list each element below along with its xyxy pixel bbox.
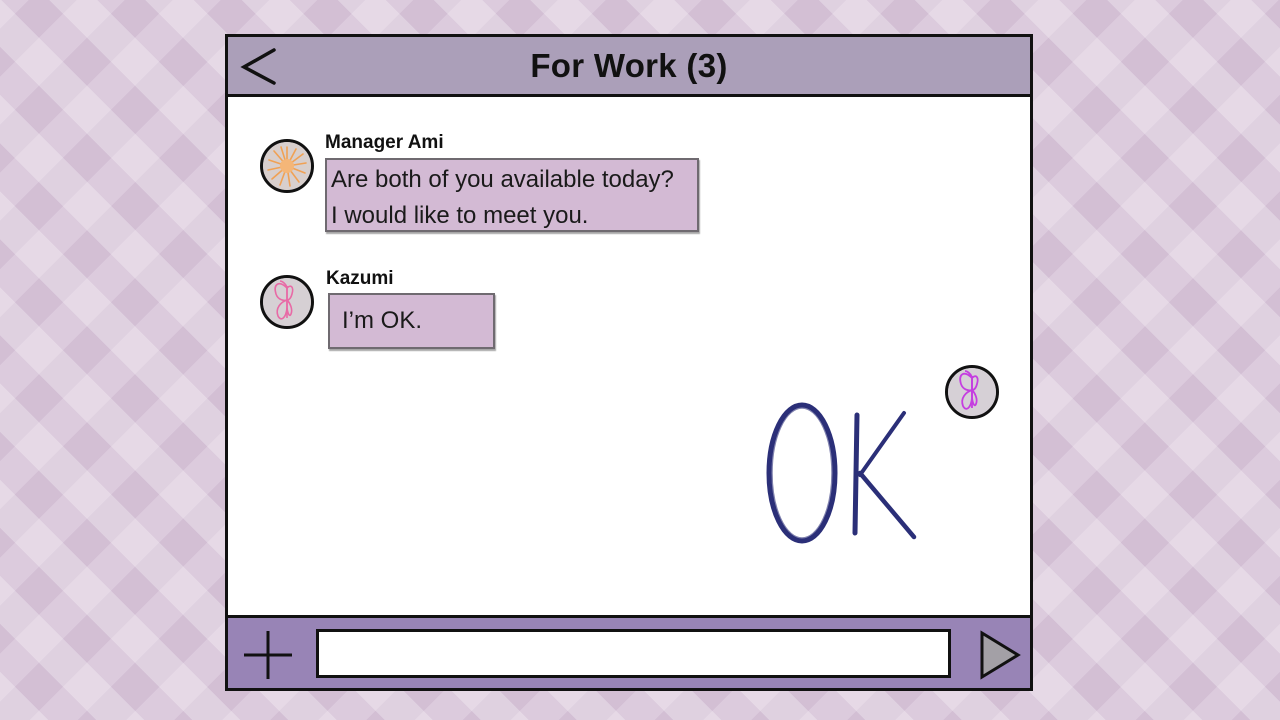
sender-name: Manager Ami bbox=[325, 132, 444, 153]
plus-icon bbox=[244, 631, 292, 679]
message-text: Are both of you available today? bbox=[331, 166, 674, 193]
add-attachment-button[interactable] bbox=[242, 629, 294, 681]
purple-butterfly-avatar-icon bbox=[948, 368, 996, 416]
orange-flower-avatar-icon bbox=[263, 142, 311, 190]
message-bubble: I’m OK. bbox=[328, 293, 495, 349]
chat-title: For Work (3) bbox=[530, 47, 728, 84]
send-button[interactable] bbox=[978, 630, 1022, 680]
pink-butterfly-avatar-icon bbox=[263, 278, 311, 326]
message-composer bbox=[225, 615, 1033, 691]
kazumi-avatar[interactable] bbox=[260, 275, 314, 329]
chat-header: For Work (3) bbox=[228, 37, 1030, 97]
chat-window: For Work (3) Manager Ami Are both of you… bbox=[225, 34, 1033, 691]
message-text: I’m OK. bbox=[342, 307, 423, 334]
message-bubble: Are both of you available today? I would… bbox=[325, 158, 699, 232]
manager-ami-avatar[interactable] bbox=[260, 139, 314, 193]
sender-name: Kazumi bbox=[326, 268, 394, 289]
send-triangle-icon bbox=[980, 630, 1021, 680]
message-input[interactable] bbox=[316, 629, 951, 678]
player-avatar[interactable] bbox=[945, 365, 999, 419]
message-text: I would like to meet you. bbox=[331, 202, 589, 229]
handwritten-ok-message bbox=[766, 402, 917, 544]
